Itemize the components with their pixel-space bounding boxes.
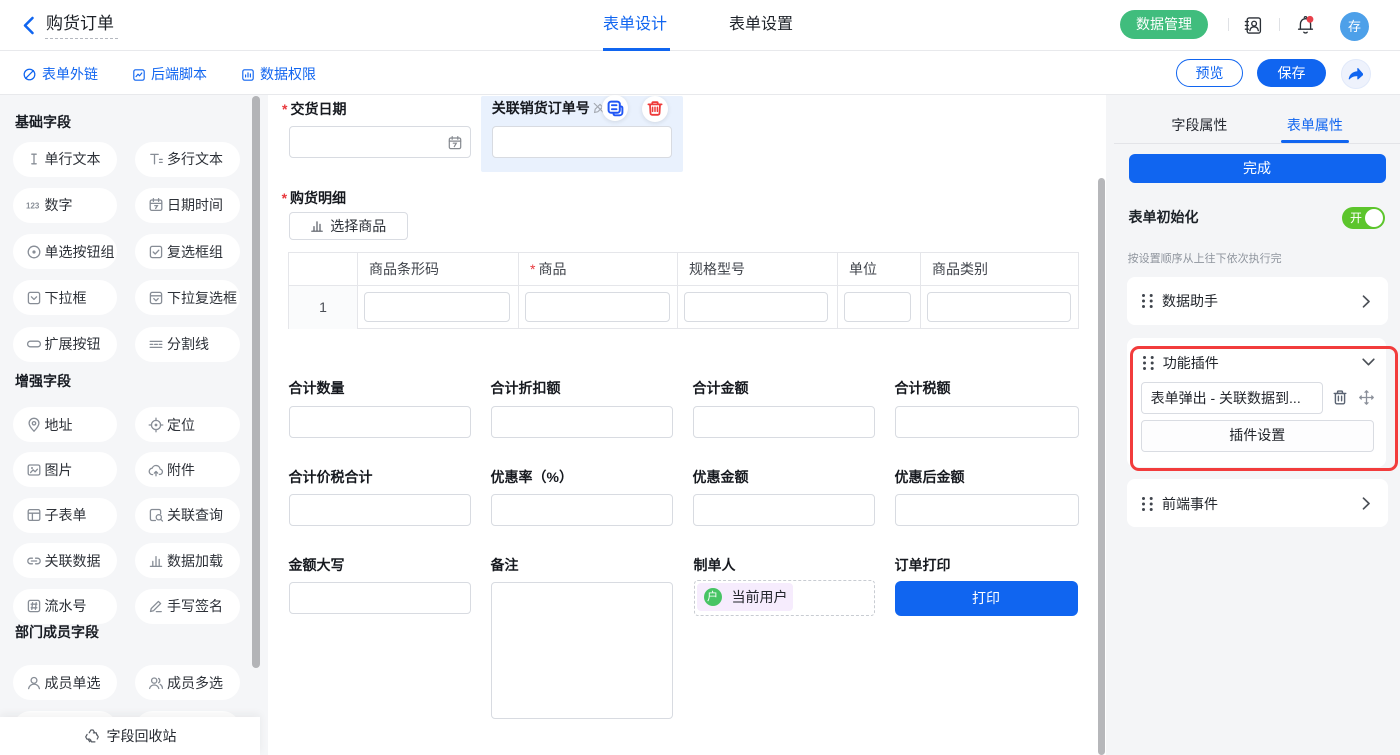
- svg-text:123: 123: [26, 202, 40, 211]
